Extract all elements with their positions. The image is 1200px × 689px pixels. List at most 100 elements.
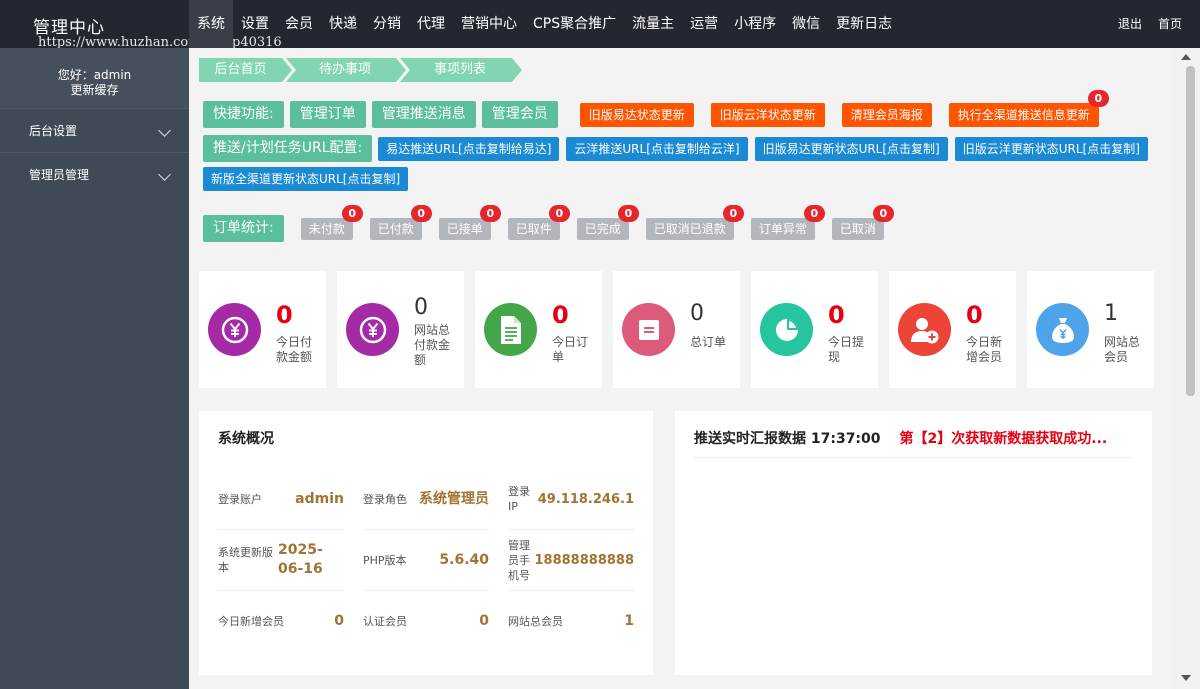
nav-item-distribution[interactable]: 分销 — [365, 0, 409, 48]
top-right-links: 退出 首页 — [1118, 0, 1182, 48]
info-today-new-members: 今日新增会员 0 — [218, 591, 344, 652]
count-badge: 0 — [341, 204, 363, 222]
count-badge: 0 — [548, 204, 570, 222]
scroll-up-arrow-icon[interactable] — [1181, 54, 1191, 60]
info-admin-phone: 管理员手机号 18888888888 — [508, 530, 634, 591]
chevron-down-icon — [158, 124, 171, 137]
stat-label: 今日付款金额 — [276, 335, 313, 364]
info-verified-members: 认证会员 0 — [363, 591, 489, 652]
nav-item-changelog[interactable]: 更新日志 — [828, 0, 900, 48]
nav-item-members[interactable]: 会员 — [277, 0, 321, 48]
info-php-version: PHP版本 5.6.40 — [363, 530, 489, 591]
system-overview-panel: 系统概况 登录账户 admin 登录角色 系统管理员 登录IP 49.118.246.… — [199, 411, 653, 675]
push-url-label: 推送/计划任务URL配置: — [203, 135, 373, 162]
stat-label: 网站总会员 — [1104, 335, 1141, 364]
page-scrollbar[interactable] — [1172, 48, 1200, 689]
info-value: 18888888888 — [534, 552, 635, 568]
stat-label: 网站总付款金额 — [414, 323, 451, 367]
order-status-accepted[interactable]: 已接单 0 — [438, 204, 501, 240]
order-status-completed[interactable]: 已完成 0 — [576, 204, 639, 240]
logout-link[interactable]: 退出 — [1118, 0, 1142, 48]
push-url-row: 推送/计划任务URL配置: 易达推送URL[点击复制给易达] 云洋推送URL[点… — [203, 135, 1155, 162]
old-yida-status-update-button[interactable]: 旧版易达状态更新 — [579, 102, 694, 127]
count-badge: 0 — [479, 204, 501, 222]
scroll-thumb[interactable] — [1186, 66, 1195, 396]
status-label: 未付款 — [308, 221, 345, 236]
nav-item-agent[interactable]: 代理 — [409, 0, 453, 48]
info-value: 2025-06-16 — [278, 542, 323, 577]
stat-value: 1 — [1104, 301, 1118, 326]
user-greeting: 您好：admin — [57, 68, 132, 82]
status-label: 已取消已退款 — [653, 221, 726, 236]
nav-item-wechat[interactable]: 微信 — [784, 0, 828, 48]
status-label: 已完成 — [584, 221, 621, 236]
nav-item-miniapp[interactable]: 小程序 — [726, 0, 784, 48]
breadcrumb-todo[interactable]: 待办事项 — [286, 58, 406, 82]
status-label: 已接单 — [446, 221, 483, 236]
status-label: 已取件 — [515, 221, 552, 236]
nav-item-settings[interactable]: 设置 — [233, 0, 277, 48]
stat-label: 今日新增会员 — [966, 335, 1003, 364]
nav-item-traffic[interactable]: 流量主 — [624, 0, 682, 48]
top-nav: 系统 设置 会员 快递 分销 代理 营销中心 CPS聚合推广 流量主 运营 小程… — [189, 0, 900, 48]
manage-push-messages-button[interactable]: 管理推送消息 — [371, 101, 476, 128]
status-label: 已付款 — [377, 221, 414, 236]
info-value: admin — [295, 490, 344, 507]
document-icon — [484, 303, 537, 356]
old-yunyang-update-url-button[interactable]: 旧版云洋更新状态URL[点击复制] — [954, 136, 1148, 161]
stat-card-total-payment: 0 网站总付款金额 — [337, 271, 464, 388]
push-url-row-2: 新版全渠道更新状态URL[点击复制] — [203, 167, 415, 191]
stat-card-today-orders: 0 今日订单 — [475, 271, 602, 388]
pie-chart-icon — [760, 303, 813, 356]
nav-item-operations[interactable]: 运营 — [682, 0, 726, 48]
nav-item-system[interactable]: 系统 — [189, 0, 233, 48]
push-report-status: 第【2】次获取新数据获取成功... — [899, 431, 1108, 447]
breadcrumb-home[interactable]: 后台首页 — [199, 58, 292, 82]
info-value: 0 — [334, 613, 344, 629]
new-all-channel-update-url-button[interactable]: 新版全渠道更新状态URL[点击复制] — [203, 167, 409, 191]
order-status-cancelled-refunded[interactable]: 已取消已退款 0 — [645, 204, 744, 240]
order-status-exception[interactable]: 订单异常 0 — [750, 204, 825, 240]
sidebar: 您好：admin 更新缓存 后台设置 管理员管理 — [0, 48, 189, 689]
info-row: 系统更新版本 2025-06-16 PHP版本 5.6.40 管理员手机号 18888… — [218, 530, 635, 591]
stat-value: 0 — [690, 301, 704, 326]
yida-push-url-button[interactable]: 易达推送URL[点击复制给易达] — [378, 136, 560, 161]
quick-actions-row: 快捷功能: 管理订单 管理推送消息 管理会员 旧版易达状态更新 旧版云洋状态更新… — [203, 89, 1116, 128]
info-row: 登录账户 admin 登录角色 系统管理员 登录IP 49.118.246.1 — [218, 469, 635, 530]
run-all-channel-push-update-button[interactable]: 执行全渠道推送信息更新 0 — [948, 89, 1109, 127]
nav-item-express[interactable]: 快递 — [321, 0, 365, 48]
yunyang-push-url-button[interactable]: 云洋推送URL[点击复制给云洋] — [566, 136, 748, 161]
manage-orders-button[interactable]: 管理订单 — [289, 101, 366, 128]
sidebar-item-admin-management[interactable]: 管理员管理 — [0, 152, 189, 196]
scroll-down-arrow-icon[interactable] — [1181, 675, 1191, 681]
sidebar-item-label: 后台设置 — [29, 124, 78, 138]
sidebar-item-backend-settings[interactable]: 后台设置 — [0, 108, 189, 152]
order-status-cancelled[interactable]: 已取消 0 — [831, 204, 894, 240]
home-link[interactable]: 首页 — [1158, 0, 1182, 48]
order-status-unpaid[interactable]: 未付款 0 — [300, 204, 363, 240]
order-status-picked-up[interactable]: 已取件 0 — [507, 204, 570, 240]
clear-member-posters-button[interactable]: 清理会员海报 — [841, 102, 932, 127]
nav-item-cps[interactable]: CPS聚合推广 — [525, 0, 624, 48]
refresh-cache-link[interactable]: 更新缓存 — [0, 83, 189, 98]
old-yida-update-url-button[interactable]: 旧版易达更新状态URL[点击复制] — [754, 136, 948, 161]
info-login-ip: 登录IP 49.118.246.1 — [508, 469, 634, 530]
button-label: 清理会员海报 — [850, 107, 923, 122]
status-label: 订单异常 — [758, 221, 807, 236]
old-yunyang-status-update-button[interactable]: 旧版云洋状态更新 — [710, 102, 825, 127]
stat-card-today-payment: 0 今日付款金额 — [199, 271, 326, 388]
info-value: 系统管理员 — [419, 490, 489, 507]
order-status-paid[interactable]: 已付款 0 — [369, 204, 432, 240]
breadcrumb-list[interactable]: 事项列表 — [400, 58, 522, 82]
money-bag-icon — [1036, 303, 1089, 356]
count-badge: 0 — [872, 204, 894, 222]
info-key: 登录账户 — [218, 492, 262, 506]
manage-members-button[interactable]: 管理会员 — [481, 101, 558, 128]
info-key: 认证会员 — [363, 615, 407, 628]
push-report-header: 推送实时汇报数据 17:37:00 第【2】次获取新数据获取成功... — [694, 428, 1107, 448]
button-label: 旧版云洋状态更新 — [719, 107, 816, 122]
stat-value: 0 — [966, 301, 983, 329]
nav-item-marketing[interactable]: 营销中心 — [453, 0, 525, 48]
chevron-down-icon — [158, 168, 171, 181]
button-label: 旧版易达状态更新 — [588, 107, 685, 122]
